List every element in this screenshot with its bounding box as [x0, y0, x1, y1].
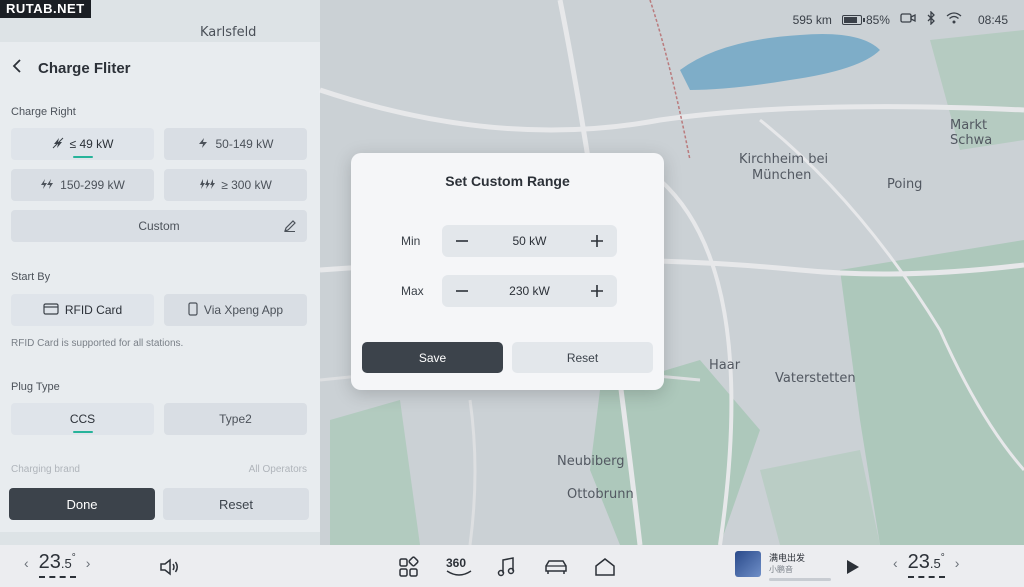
start-by-title: Start By — [11, 271, 51, 283]
charging-brand-value: All Operators — [248, 464, 307, 475]
custom-range-button[interactable]: Custom — [11, 210, 307, 242]
music-icon[interactable] — [494, 555, 518, 579]
battery-percent: 85% — [865, 12, 890, 27]
wifi-icon — [946, 12, 962, 27]
car-icon[interactable] — [543, 555, 567, 579]
min-stepper: 50 kW — [442, 225, 617, 257]
song-title: 满电出发 — [769, 553, 806, 563]
min-decrement-button[interactable] — [454, 233, 470, 249]
song-info: 满电出发 小鹏音 — [769, 553, 805, 575]
bolt-icon — [197, 137, 209, 152]
panel-reset-button[interactable]: Reset — [163, 488, 309, 520]
clock: 08:45 — [977, 12, 1008, 27]
album-art — [735, 551, 761, 577]
bluetooth-icon — [926, 10, 936, 28]
charge-option-150-299[interactable]: 150-299 kW — [11, 169, 154, 201]
min-increment-button[interactable] — [589, 233, 605, 249]
charge-option-label: ≤ 49 kW — [69, 137, 114, 151]
start-by-hint: RFID Card is supported for all stations. — [11, 338, 184, 349]
charge-right-title: Charge Right — [11, 106, 76, 118]
plug-option-ccs[interactable]: CCS — [11, 403, 154, 435]
card-icon — [43, 302, 59, 318]
max-decrement-button[interactable] — [454, 283, 470, 299]
camera-icon — [900, 12, 916, 27]
custom-label: Custom — [138, 219, 180, 233]
triple-bolt-icon — [199, 178, 216, 193]
charge-option-50-149[interactable]: 50-149 kW — [164, 128, 307, 160]
right-temp-decrease-icon[interactable]: ‹ — [893, 555, 898, 571]
selected-indicator — [72, 431, 93, 433]
right-temp-increase-icon[interactable]: › — [955, 555, 960, 571]
plug-option-type2[interactable]: Type2 — [164, 403, 307, 435]
panel-title: Charge Fliter — [38, 59, 131, 77]
max-label: Max — [401, 284, 424, 298]
range-text: 595 km — [792, 12, 832, 27]
double-bolt-icon — [40, 178, 54, 193]
max-stepper: 230 kW — [442, 275, 617, 307]
bolt-slash-icon — [52, 137, 64, 152]
watermark: RUTAB.NET — [0, 0, 91, 18]
start-option-rfid[interactable]: RFID Card — [11, 294, 154, 326]
view-360-icon[interactable]: 360 — [444, 555, 474, 579]
max-value: 230 kW — [509, 284, 550, 298]
charge-option-label: 150-299 kW — [60, 178, 125, 192]
charging-brand-row[interactable]: Charging brand All Operators — [11, 464, 307, 475]
battery-icon — [841, 14, 865, 25]
bottom-dock: ‹ 23.5° › 360 满电出发 小鹏音 ‹ 23.5° › — [0, 545, 1024, 587]
max-increment-button[interactable] — [589, 283, 605, 299]
start-option-label: Via Xpeng App — [203, 303, 284, 317]
save-button[interactable]: Save — [362, 342, 503, 373]
left-temp-increase-icon[interactable]: › — [86, 555, 91, 571]
right-climate-control: ‹ 23.5° › — [893, 551, 960, 578]
song-artist: 小鹏音 — [769, 565, 793, 574]
left-temp-decrease-icon[interactable]: ‹ — [24, 555, 29, 571]
apps-grid-icon[interactable] — [397, 555, 421, 579]
charge-option-49[interactable]: ≤ 49 kW — [11, 128, 154, 160]
dialog-title: Set Custom Range — [445, 173, 570, 189]
done-button[interactable]: Done — [9, 488, 155, 520]
min-value: 50 kW — [512, 234, 547, 248]
charge-option-label: 50-149 kW — [215, 137, 274, 151]
back-icon[interactable] — [10, 58, 26, 78]
charge-option-300[interactable]: ≥ 300 kW — [164, 169, 307, 201]
min-label: Min — [401, 234, 421, 248]
selected-indicator — [72, 156, 93, 158]
volume-icon[interactable] — [157, 555, 181, 579]
plug-type-title: Plug Type — [11, 381, 60, 393]
media-player[interactable]: 满电出发 小鹏音 — [735, 551, 831, 581]
plug-option-label: Type2 — [219, 412, 252, 426]
charging-brand-label: Charging brand — [11, 464, 80, 475]
home-icon[interactable] — [593, 555, 617, 579]
media-progress-bar[interactable] — [769, 578, 831, 581]
left-temp-value[interactable]: 23.5° — [38, 551, 76, 578]
charge-option-label: ≥ 300 kW — [221, 178, 272, 192]
map-label-karlsfeld: Karlsfeld — [200, 25, 257, 40]
start-option-app[interactable]: Via Xpeng App — [164, 294, 307, 326]
panel-header: Charge Fliter — [10, 58, 131, 78]
phone-icon — [188, 301, 198, 319]
custom-range-dialog: Set Custom Range Min 50 kW Max 230 kW Sa… — [351, 153, 664, 390]
plug-option-label: CCS — [69, 412, 96, 426]
left-climate-control: ‹ 23.5° › — [24, 551, 91, 578]
dialog-reset-button[interactable]: Reset — [512, 342, 653, 373]
right-temp-value[interactable]: 23.5° — [907, 551, 945, 578]
play-icon[interactable] — [840, 555, 864, 579]
edit-pencil-icon — [283, 219, 297, 236]
charge-filter-panel: Charge Fliter Charge Right ≤ 49 kW 50-14… — [0, 42, 320, 532]
status-bar: 595 km 85% 08:45 — [792, 10, 1008, 28]
start-option-label: RFID Card — [64, 303, 123, 317]
